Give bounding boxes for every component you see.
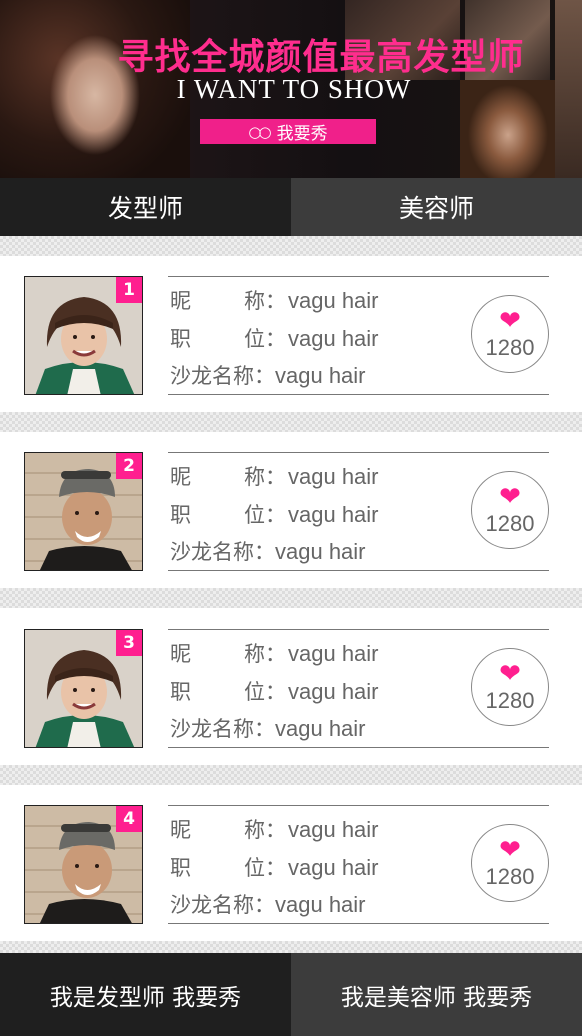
nickname-value: vagu hair	[288, 817, 379, 842]
list-item[interactable]: 2 昵称：vagu hair 职位：vagu hair 沙龙名称：vagu ha…	[0, 432, 582, 588]
divider	[0, 412, 582, 432]
position-value: vagu hair	[288, 502, 379, 527]
show-me-button[interactable]: ○○ 我要秀	[200, 119, 376, 144]
salon-label: 沙龙名称：	[170, 717, 275, 741]
divider	[0, 588, 582, 608]
position-label-b: 位：	[244, 327, 286, 351]
nickname-value: vagu hair	[288, 464, 379, 489]
position-value: vagu hair	[288, 326, 379, 351]
header-banner: 寻找全城颜值最高发型师 I WANT TO SHOW ○○ 我要秀	[0, 0, 582, 178]
like-count: 1280	[485, 335, 535, 360]
list-item[interactable]: 3 昵称：vagu hair 职位：vagu hair 沙龙名称：vagu ha…	[0, 609, 582, 765]
position-line: 职 位：vagu hair	[170, 852, 379, 882]
bottom-action-bar: 我是发型师 我要秀 我是美容师 我要秀	[0, 953, 582, 1036]
heart-icon: ❤	[499, 659, 521, 689]
nickname-label-a: 昵	[170, 818, 191, 842]
position-label-a: 职	[170, 680, 191, 704]
salon-value: vagu hair	[275, 892, 366, 917]
banner-subtitle: I WANT TO SHOW	[176, 74, 412, 104]
salon-value: vagu hair	[275, 363, 366, 388]
nickname-label-b: 称：	[244, 642, 286, 666]
divider	[0, 765, 582, 785]
salon-label: 沙龙名称：	[170, 364, 275, 388]
avatar[interactable]: 3	[24, 629, 143, 748]
nickname-label-b: 称：	[244, 818, 286, 842]
heart-icon: ❤	[499, 482, 521, 512]
salon-line: 沙龙名称：vagu hair	[170, 713, 366, 743]
position-label-a: 职	[170, 856, 191, 880]
rank-badge: 2	[116, 453, 142, 479]
salon-line: 沙龙名称：vagu hair	[170, 536, 366, 566]
salon-label: 沙龙名称：	[170, 540, 275, 564]
stylist-info: 昵称：vagu hair 职位：vagu hair 沙龙名称：vagu hair…	[168, 629, 549, 748]
salon-value: vagu hair	[275, 716, 366, 741]
like-button[interactable]: ❤ 1280	[471, 295, 549, 373]
nickname-line: 昵 称：vagu hair	[170, 814, 379, 844]
position-label-a: 职	[170, 503, 191, 527]
avatar[interactable]: 2	[24, 452, 143, 571]
banner-title: 寻找全城颜值最高发型师	[117, 37, 525, 78]
position-value: vagu hair	[288, 679, 379, 704]
nickname-label-a: 昵	[170, 289, 191, 313]
position-value: vagu hair	[288, 855, 379, 880]
salon-value: vagu hair	[275, 539, 366, 564]
rank-badge: 1	[116, 277, 142, 303]
position-line: 职 位：vagu hair	[170, 676, 379, 706]
like-count: 1280	[485, 688, 535, 713]
position-label-b: 位：	[244, 680, 286, 704]
stylist-info: 昵称：vagu hair 职位：vagu hair 沙龙名称：vagu hair…	[168, 452, 549, 571]
position-label-b: 位：	[244, 856, 286, 880]
salon-label: 沙龙名称：	[170, 893, 275, 917]
list-item[interactable]: 1 昵称：vagu hair 职位：vagu hair 沙龙名称：vagu ha…	[0, 256, 582, 412]
beautician-show-button[interactable]: 我是美容师 我要秀	[291, 953, 582, 1036]
rank-badge: 3	[116, 630, 142, 656]
nickname-label-b: 称：	[244, 289, 286, 313]
nickname-label-a: 昵	[170, 465, 191, 489]
like-count: 1280	[485, 864, 535, 889]
nickname-line: 昵 称：vagu hair	[170, 638, 379, 668]
avatar[interactable]: 1	[24, 276, 143, 395]
nickname-label-a: 昵	[170, 642, 191, 666]
position-label-a: 职	[170, 327, 191, 351]
salon-line: 沙龙名称：vagu hair	[170, 360, 366, 390]
infinity-icon: ○○	[248, 122, 271, 141]
rank-badge: 4	[116, 806, 142, 832]
position-label-b: 位：	[244, 503, 286, 527]
tab-hairstylist[interactable]: 发型师	[0, 178, 291, 236]
nickname-value: vagu hair	[288, 288, 379, 313]
stylist-info: 昵称：vagu hair 职位：vagu hair 沙龙名称：vagu hair…	[168, 805, 549, 924]
nickname-line: 昵 称：vagu hair	[170, 461, 379, 491]
stylist-info: 昵称：vagu hair 职位：vagu hair 沙龙名称：vagu hair…	[168, 276, 549, 395]
show-me-button-label: 我要秀	[276, 124, 328, 144]
heart-icon: ❤	[499, 835, 521, 865]
divider	[0, 236, 582, 256]
heart-icon: ❤	[499, 306, 521, 336]
list-item[interactable]: 4 昵称：vagu hair 职位：vagu hair 沙龙名称：vagu ha…	[0, 785, 582, 941]
like-button[interactable]: ❤ 1280	[471, 471, 549, 549]
like-button[interactable]: ❤ 1280	[471, 648, 549, 726]
salon-line: 沙龙名称：vagu hair	[170, 889, 366, 919]
nickname-line: 昵 称：vagu hair	[170, 285, 379, 315]
like-count: 1280	[485, 511, 535, 536]
avatar[interactable]: 4	[24, 805, 143, 924]
nickname-value: vagu hair	[288, 641, 379, 666]
tab-beautician[interactable]: 美容师	[291, 178, 582, 236]
nickname-label-b: 称：	[244, 465, 286, 489]
hairstylist-show-button[interactable]: 我是发型师 我要秀	[0, 953, 291, 1036]
position-line: 职 位：vagu hair	[170, 499, 379, 529]
like-button[interactable]: ❤ 1280	[471, 824, 549, 902]
category-tabs: 发型师 美容师	[0, 178, 582, 236]
position-line: 职 位：vagu hair	[170, 323, 379, 353]
